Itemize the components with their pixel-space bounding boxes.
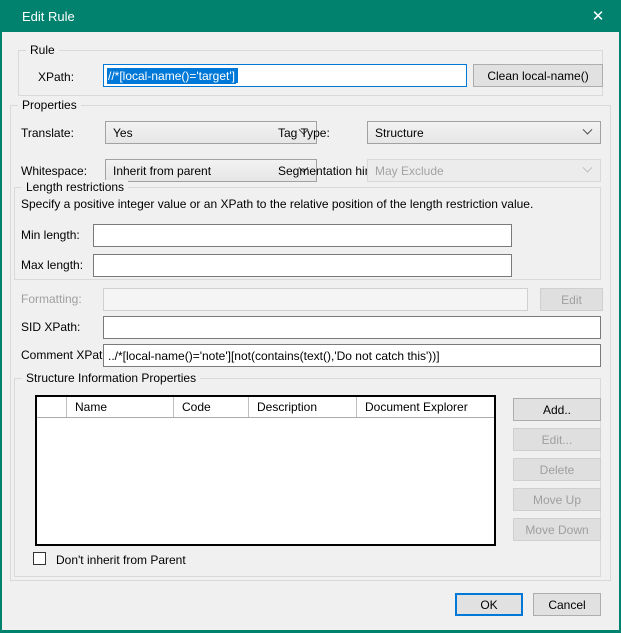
table-header-row: Name Code Description Document Explorer — [37, 397, 494, 418]
move-up-button-label: Move Up — [532, 492, 582, 507]
properties-group-label: Properties — [18, 98, 81, 112]
max-length-input[interactable] — [93, 254, 512, 277]
segmentation-hint-value: May Exclude — [375, 163, 444, 178]
sid-xpath-input[interactable] — [103, 316, 601, 339]
rule-group-label: Rule — [26, 43, 59, 57]
titlebar: Edit Rule ✕ — [0, 0, 621, 32]
formatting-label: Formatting: — [21, 292, 82, 306]
move-down-button: Move Down — [513, 518, 601, 541]
xpath-label: XPath: — [38, 70, 75, 84]
xpath-input[interactable]: //*[local-name()='target'] — [103, 64, 467, 87]
add-button[interactable]: Add.. — [513, 398, 601, 421]
chevron-down-icon — [582, 124, 593, 135]
window-title: Edit Rule — [22, 8, 75, 24]
column-header-selector — [37, 397, 67, 417]
move-up-button: Move Up — [513, 488, 601, 511]
column-header-description: Description — [249, 397, 357, 417]
length-description: Specify a positive integer value or an X… — [21, 197, 534, 211]
comment-xpath-label: Comment XPath: — [21, 348, 113, 362]
tag-type-label: Tag Type: — [278, 126, 330, 140]
chevron-down-icon — [582, 162, 593, 173]
column-header-name: Name — [67, 397, 174, 417]
sid-xpath-label: SID XPath: — [21, 320, 81, 334]
close-icon: ✕ — [591, 8, 605, 25]
min-length-input[interactable] — [93, 224, 512, 247]
xpath-selected-text: //*[local-name()='target'] — [107, 67, 236, 84]
segmentation-hint-label: Segmentation hint: — [278, 164, 379, 178]
min-length-label: Min length: — [21, 228, 80, 242]
dont-inherit-checkbox[interactable] — [33, 552, 46, 565]
cancel-button[interactable]: Cancel — [533, 593, 601, 616]
move-down-button-label: Move Down — [525, 522, 589, 537]
whitespace-value: Inherit from parent — [113, 163, 212, 178]
edit-rule-dialog: Edit Rule ✕ Rule XPath: //*[local-name()… — [0, 0, 621, 633]
structure-properties-table[interactable]: Name Code Description Document Explorer — [35, 395, 496, 546]
dont-inherit-label: Don't inherit from Parent — [56, 553, 186, 567]
structure-properties-label: Structure Information Properties — [22, 371, 201, 385]
cancel-button-label: Cancel — [548, 597, 586, 612]
clean-local-name-button[interactable]: Clean local-name() — [473, 64, 603, 87]
dialog-body: Rule XPath: //*[local-name()='target'] C… — [2, 32, 619, 630]
translate-label: Translate: — [21, 126, 74, 140]
clean-local-name-label: Clean local-name() — [487, 68, 589, 83]
close-button[interactable]: ✕ — [575, 0, 621, 32]
tag-type-value: Structure — [375, 125, 424, 140]
formatting-input — [103, 288, 528, 311]
translate-value: Yes — [113, 125, 133, 140]
tag-type-select[interactable]: Structure — [367, 121, 601, 144]
edit-button: Edit... — [513, 428, 601, 451]
ok-button[interactable]: OK — [455, 593, 523, 616]
length-restrictions-label: Length restrictions — [22, 180, 129, 194]
text-caret — [235, 68, 238, 83]
delete-button-label: Delete — [539, 462, 575, 477]
delete-button: Delete — [513, 458, 601, 481]
column-header-document-explorer: Document Explorer — [365, 400, 468, 414]
ok-button-label: OK — [480, 597, 498, 612]
add-button-label: Add.. — [542, 402, 572, 417]
edit-formatting-button: Edit — [540, 288, 603, 311]
edit-formatting-label: Edit — [561, 292, 582, 307]
edit-button-label: Edit... — [541, 432, 573, 447]
segmentation-hint-select: May Exclude — [367, 159, 601, 182]
column-header-code: Code — [174, 397, 249, 417]
whitespace-label: Whitespace: — [21, 164, 88, 178]
comment-xpath-input[interactable] — [103, 344, 601, 367]
max-length-label: Max length: — [21, 258, 84, 272]
